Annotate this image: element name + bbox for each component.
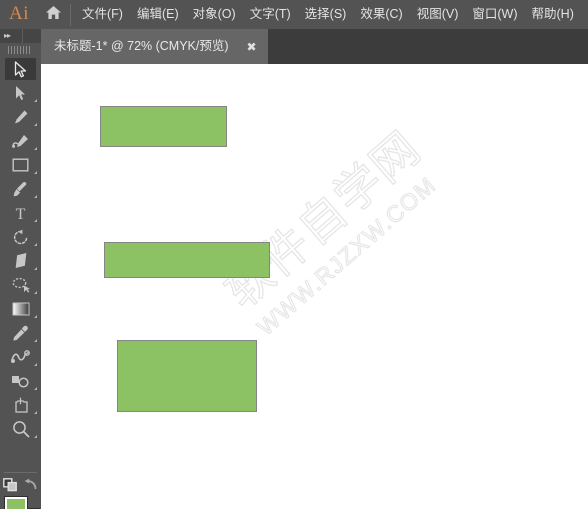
eraser-tool[interactable] [0, 249, 41, 273]
document-tab-title: 未标题-1* @ 72% (CMYK/预览) [54, 39, 229, 54]
tool-flyout-indicator [34, 195, 37, 198]
lasso-tool[interactable] [0, 273, 41, 297]
rectangle-1[interactable] [100, 106, 227, 147]
fill-stroke-swatches [0, 495, 41, 509]
menu-divider [70, 3, 71, 26]
tool-flyout-indicator [34, 339, 37, 342]
svg-text:T: T [16, 206, 26, 221]
tools-divider [4, 472, 37, 473]
gradient-tool[interactable] [0, 297, 41, 321]
rectangle-2[interactable] [104, 242, 270, 278]
rectangle-tool[interactable] [0, 153, 41, 177]
tool-flyout-indicator [34, 123, 37, 126]
tool-flyout-indicator [34, 243, 37, 246]
ai-logo: Ai [9, 3, 29, 24]
rotate-tool[interactable] [0, 225, 41, 249]
tool-flyout-indicator [34, 411, 37, 414]
home-icon [45, 5, 62, 25]
tool-group-controls [0, 477, 41, 497]
menu-item-window[interactable]: 窗口(W) [465, 4, 524, 26]
menu-item-type[interactable]: 文字(T) [243, 4, 298, 26]
pen-tool[interactable] [0, 105, 41, 129]
type-tool[interactable]: T [0, 201, 41, 225]
collapse-panel-icon[interactable]: ▸▸ [0, 32, 11, 40]
menu-item-edit[interactable]: 编辑(E) [130, 4, 186, 26]
illustrator-window: Ai 文件(F) 编辑(E) 对象(O) 文字(T) 选择(S) 效果(C) 视… [0, 0, 588, 509]
paintbrush-tool[interactable] [0, 177, 41, 201]
tool-flyout-indicator [34, 387, 37, 390]
menu-item-file[interactable]: 文件(F) [75, 4, 130, 26]
arrange-groups-icon[interactable] [3, 477, 18, 497]
artboard-tool[interactable] [0, 393, 41, 417]
menu-item-object[interactable]: 对象(O) [186, 4, 243, 26]
drag-grip-icon[interactable] [8, 46, 32, 54]
document-canvas[interactable]: 软件自学网 WWW.RJZXW.COM [41, 64, 588, 509]
menu-item-effect[interactable]: 效果(C) [353, 4, 409, 26]
rectangle-3[interactable] [117, 340, 257, 412]
shape-builder-tool[interactable] [0, 369, 41, 393]
zoom-tool[interactable] [0, 417, 41, 441]
tool-flyout-indicator [34, 435, 37, 438]
tool-flyout-indicator [34, 99, 37, 102]
watermark-url-text: WWW.RJZXW.COM [252, 171, 442, 341]
tools-panel-header: ▸▸ [0, 29, 41, 43]
menu-bar: Ai 文件(F) 编辑(E) 对象(O) 文字(T) 选择(S) 效果(C) 视… [0, 0, 588, 29]
home-button[interactable] [38, 5, 68, 25]
blend-tool[interactable] [0, 345, 41, 369]
tool-flyout-indicator [34, 171, 37, 174]
menu-item-select[interactable]: 选择(S) [298, 4, 354, 26]
menu-item-help[interactable]: 帮助(H) [525, 4, 581, 26]
undo-arrow-icon[interactable] [24, 478, 38, 496]
menu-item-view[interactable]: 视图(V) [410, 4, 466, 26]
tool-flyout-indicator [34, 147, 37, 150]
selection-tool[interactable] [0, 57, 41, 81]
fill-swatch[interactable] [5, 497, 27, 509]
tools-panel: ▸▸ T [0, 29, 41, 509]
close-icon[interactable]: ✖ [247, 41, 257, 53]
tool-flyout-indicator [34, 363, 37, 366]
tool-flyout-indicator [34, 219, 37, 222]
document-tab-bar: 未标题-1* @ 72% (CMYK/预览) ✖ [41, 29, 588, 64]
tool-flyout-indicator [34, 315, 37, 318]
eyedropper-tool[interactable] [0, 321, 41, 345]
watermark-chinese-text: 软件自学网 [214, 120, 432, 320]
direct-selection-tool[interactable] [0, 81, 41, 105]
tool-flyout-indicator [34, 291, 37, 294]
curvature-tool[interactable] [0, 129, 41, 153]
panel-header-divider [22, 29, 23, 43]
document-tab[interactable]: 未标题-1* @ 72% (CMYK/预览) ✖ [41, 29, 268, 64]
tool-list: T [0, 57, 41, 441]
tool-flyout-indicator [34, 267, 37, 270]
